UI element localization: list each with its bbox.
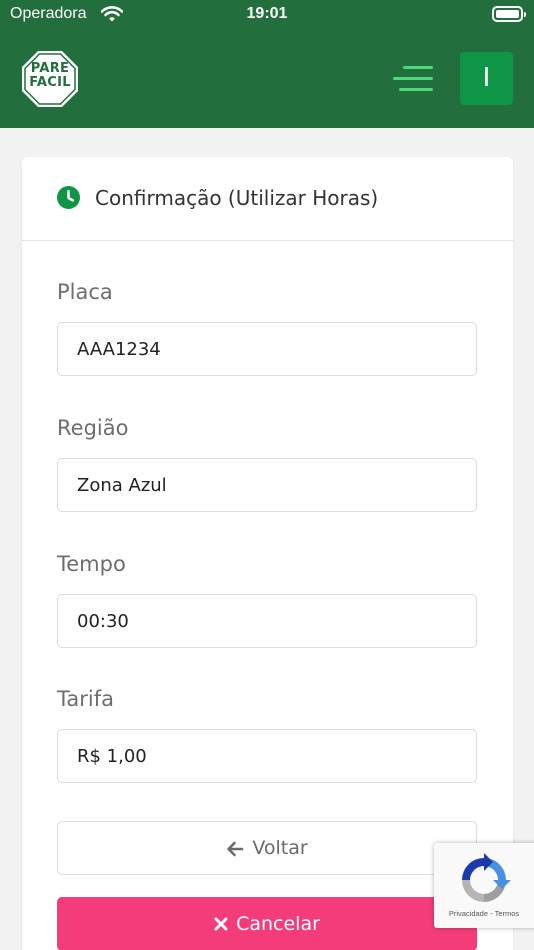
back-button[interactable]: Voltar — [57, 821, 477, 875]
app-header: PARE FACIL I — [0, 30, 534, 128]
regiao-field[interactable] — [57, 458, 477, 512]
close-icon — [214, 917, 228, 931]
status-bar: Operadora 19:01 — [0, 0, 534, 30]
menu-icon[interactable] — [391, 64, 433, 94]
tarifa-field[interactable] — [57, 729, 477, 783]
cancel-button[interactable]: Cancelar — [57, 897, 477, 950]
confirmation-card: Confirmação (Utilizar Horas) Placa Regiã… — [22, 157, 513, 950]
tempo-label: Tempo — [57, 552, 126, 576]
tempo-field[interactable] — [57, 594, 477, 648]
arrow-left-icon — [227, 841, 244, 857]
logo-text-line1: PARE — [30, 61, 70, 76]
recaptcha-badge[interactable]: Privacidade - Termos — [434, 843, 534, 928]
user-avatar-button[interactable]: I — [460, 52, 513, 105]
regiao-label: Região — [57, 416, 129, 440]
logo-text: PARE FACIL — [21, 62, 79, 90]
placa-label: Placa — [57, 280, 113, 304]
card-title: Confirmação (Utilizar Horas) — [95, 186, 379, 210]
tarifa-label: Tarifa — [57, 687, 114, 711]
links-separator: - — [490, 909, 493, 918]
recaptcha-icon — [462, 853, 511, 902]
status-time: 19:01 — [246, 5, 288, 22]
clock-icon — [57, 186, 80, 209]
recaptcha-links: Privacidade - Termos — [434, 909, 534, 918]
card-header: Confirmação (Utilizar Horas) — [22, 157, 513, 241]
cancel-button-label: Cancelar — [236, 913, 320, 935]
battery-icon — [492, 6, 526, 22]
terms-link[interactable]: Termos — [495, 909, 520, 918]
back-button-label: Voltar — [252, 837, 308, 859]
pare-facil-logo[interactable]: PARE FACIL — [21, 50, 79, 108]
logo-text-line2: FACIL — [29, 75, 71, 90]
privacy-link[interactable]: Privacidade — [449, 909, 488, 918]
placa-field[interactable] — [57, 322, 477, 376]
